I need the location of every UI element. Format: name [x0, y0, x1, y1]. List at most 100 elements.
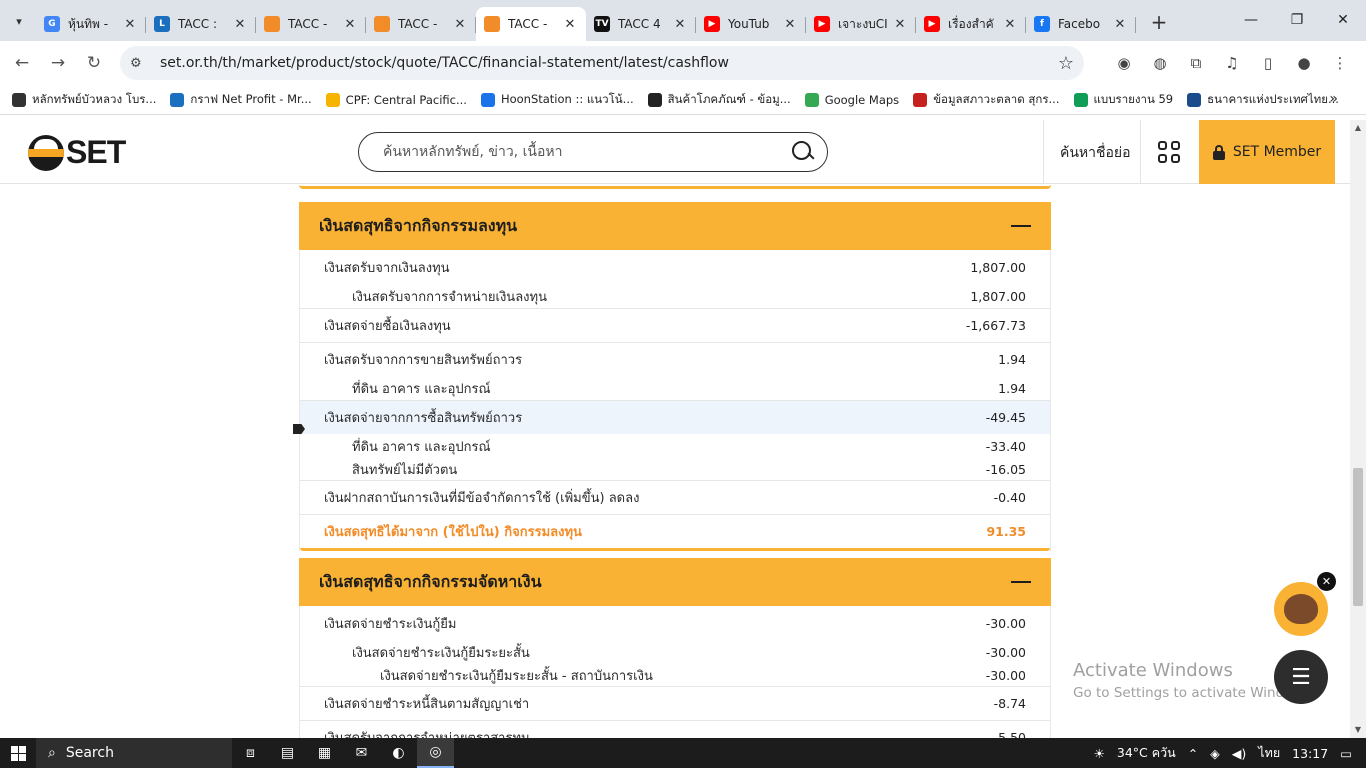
language-indicator[interactable]: ไทย: [1258, 743, 1280, 763]
bookmark-item[interactable]: HoonStation :: แนวโน้...: [480, 91, 634, 109]
task-view-icon[interactable]: ⧈: [232, 738, 269, 768]
row-label: เงินสดรับจากการจำหน่ายตราสารทุน: [324, 727, 998, 738]
taskbar-search[interactable]: ⌕ Search: [36, 738, 232, 768]
row-label: ที่ดิน อาคาร และอุปกรณ์: [352, 439, 491, 455]
close-tab-icon[interactable]: ✕: [892, 17, 908, 32]
browser-tab[interactable]: ▶ YouTub ✕: [696, 7, 806, 41]
bookmark-item[interactable]: Google Maps: [804, 92, 899, 107]
media-control-icon[interactable]: ♫: [1214, 45, 1250, 81]
maximize-button[interactable]: ❐: [1274, 0, 1320, 40]
minimize-button[interactable]: —: [1228, 0, 1274, 40]
scroll-thumb[interactable]: [1353, 468, 1363, 606]
bookmark-item[interactable]: สินค้าโภคภัณฑ์ - ข้อมู...: [647, 91, 791, 109]
forward-button[interactable]: →: [40, 45, 76, 81]
statement-row: เงินสดรับจากการจำหน่ายเงินลงทุน 1,807.00: [300, 284, 1050, 308]
extension-translate-icon[interactable]: ◍: [1142, 45, 1178, 81]
statement-row: เงินสดจ่ายจากการซื้อสินทรัพย์ถาวร -49.45: [300, 400, 1050, 434]
bookmark-favicon-icon: [480, 92, 495, 107]
close-tab-icon[interactable]: ✕: [1112, 17, 1128, 32]
tab-title: Facebo: [1058, 17, 1101, 31]
browser-tab[interactable]: f Facebo ✕: [1026, 7, 1136, 41]
profile-avatar-icon[interactable]: ●: [1286, 45, 1322, 81]
close-tab-icon[interactable]: ✕: [1002, 17, 1018, 32]
tab-title: หุ้นทิพ -: [68, 16, 109, 31]
bookmark-item[interactable]: แบบรายงาน 59: [1073, 91, 1173, 109]
bookmark-star-icon[interactable]: ☆: [1058, 53, 1074, 74]
bookmark-item[interactable]: กราฟ Net Profit - Mr...: [170, 91, 312, 109]
browser-tab[interactable]: TACC - ✕: [366, 7, 476, 41]
row-label: เงินสดรับจากการจำหน่ายเงินลงทุน: [352, 289, 547, 305]
browser-tab[interactable]: L TACC : ✕: [146, 7, 256, 41]
reload-button[interactable]: ↻: [76, 45, 112, 81]
close-tab-icon[interactable]: ✕: [122, 17, 138, 32]
bookmark-favicon-icon: [647, 92, 662, 107]
mascot-chatbot-icon[interactable]: [1274, 582, 1328, 636]
row-value: -30.00: [985, 644, 1026, 660]
volume-icon[interactable]: ◀): [1232, 746, 1247, 761]
edge-icon[interactable]: ◐: [380, 738, 417, 768]
statement-viewport: เงินสดสุทธิจากกิจกรรมลงทุน เงินสดรับจากเ…: [0, 120, 1350, 738]
bookmark-item[interactable]: หลักทรัพย์บัวหลวง โบร...: [12, 91, 156, 109]
address-bar[interactable]: ⚙ set.or.th/th/market/product/stock/quot…: [120, 46, 1084, 80]
close-tab-icon[interactable]: ✕: [782, 17, 798, 32]
taskbar-search-label: Search: [65, 745, 114, 761]
investing-section-header[interactable]: เงินสดสุทธิจากกิจกรรมลงทุน: [299, 202, 1051, 250]
tab-favicon-icon: ▶: [704, 16, 720, 32]
extensions-puzzle-icon[interactable]: ⧉: [1178, 45, 1214, 81]
site-info-icon[interactable]: ⚙: [130, 56, 154, 71]
weather-icon[interactable]: ☀: [1094, 746, 1105, 761]
statement-row: เงินสดรับจากเงินลงทุน 1,807.00: [300, 250, 1050, 284]
collapse-icon[interactable]: [1011, 581, 1031, 583]
url-text[interactable]: set.or.th/th/market/product/stock/quote/…: [160, 55, 1058, 71]
close-tab-icon[interactable]: ✕: [672, 17, 688, 32]
start-button[interactable]: [0, 738, 36, 768]
tab-search-icon[interactable]: ▾: [6, 8, 32, 34]
browser-tab[interactable]: G หุ้นทิพ - ✕: [36, 7, 146, 41]
collapse-icon[interactable]: [1011, 225, 1031, 227]
network-icon[interactable]: ◈: [1210, 746, 1220, 761]
notifications-icon[interactable]: ▭: [1340, 746, 1352, 761]
weather-text[interactable]: 34°C ควัน: [1117, 743, 1176, 763]
bookmark-item[interactable]: ข้อมูลสภาวะตลาด สุกร...: [913, 91, 1060, 109]
extension-globe-icon[interactable]: ◉: [1106, 45, 1142, 81]
bookmark-item[interactable]: ธนาคารแห่งประเทศไทย...: [1187, 91, 1339, 109]
mail-icon[interactable]: ✉: [343, 738, 380, 768]
close-icon[interactable]: ✕: [1317, 572, 1336, 591]
new-tab-button[interactable]: +: [1144, 7, 1174, 37]
row-value: -30.00: [985, 667, 1026, 683]
browser-tab[interactable]: ▶ เรื่องสำคั ✕: [916, 7, 1026, 41]
browser-tab[interactable]: ▶ เจาะงบCI ✕: [806, 7, 916, 41]
browser-tab[interactable]: TACC - ✕: [256, 7, 366, 41]
store-icon[interactable]: ▦: [306, 738, 343, 768]
browser-tab[interactable]: TACC - ✕: [476, 7, 586, 41]
bookmark-favicon-icon: [325, 92, 340, 107]
bookmark-item[interactable]: CPF: Central Pacific...: [325, 92, 467, 107]
tray-chevron-icon[interactable]: ⌃: [1188, 746, 1198, 761]
page-scrollbar[interactable]: ▲ ▼: [1350, 120, 1366, 738]
close-window-button[interactable]: ✕: [1320, 0, 1366, 40]
bookmark-favicon-icon: [1187, 92, 1202, 107]
file-explorer-icon[interactable]: ▤: [269, 738, 306, 768]
more-bookmarks-icon[interactable]: »: [1329, 91, 1338, 107]
row-value: 1.94: [998, 380, 1026, 396]
section-bottom-border: [300, 548, 1050, 551]
side-panel-icon[interactable]: ▯: [1250, 45, 1286, 81]
close-tab-icon[interactable]: ✕: [452, 17, 468, 32]
scroll-up-icon[interactable]: ▲: [1350, 120, 1366, 136]
bookmark-favicon-icon: [913, 92, 928, 107]
bookmark-favicon-icon: [12, 92, 26, 107]
close-tab-icon[interactable]: ✕: [232, 17, 248, 32]
scroll-down-icon[interactable]: ▼: [1350, 722, 1366, 738]
tab-title: YouTub: [728, 17, 770, 31]
browser-menu-icon[interactable]: ⋮: [1322, 45, 1358, 81]
clock[interactable]: 13:17: [1292, 746, 1328, 761]
browser-tab[interactable]: TV TACC 4 ✕: [586, 7, 696, 41]
close-tab-icon[interactable]: ✕: [562, 17, 578, 32]
back-button[interactable]: ←: [4, 45, 40, 81]
chrome-icon[interactable]: ◎: [417, 738, 454, 768]
chat-list-icon[interactable]: ☰: [1274, 650, 1328, 704]
row-label: เงินสดจ่ายจากการซื้อสินทรัพย์ถาวร: [324, 411, 523, 426]
close-tab-icon[interactable]: ✕: [342, 17, 358, 32]
statement-row: เงินสดจ่ายชำระเงินกู้ยืม -30.00: [300, 606, 1050, 640]
financing-section-header[interactable]: เงินสดสุทธิจากกิจกรรมจัดหาเงิน: [299, 558, 1051, 606]
